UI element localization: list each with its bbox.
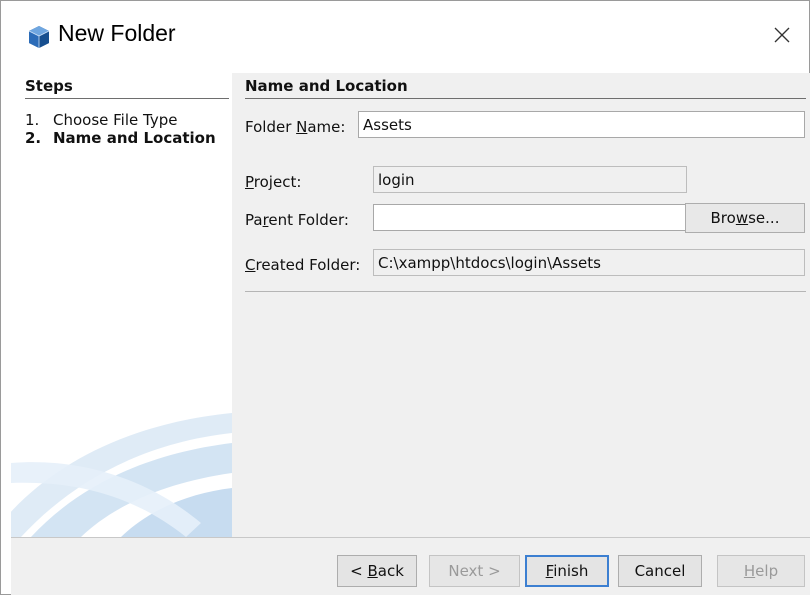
finish-button[interactable]: Finish	[525, 555, 609, 587]
steps-divider	[25, 98, 229, 99]
project-field	[373, 166, 687, 193]
step-number: 1.	[25, 111, 40, 129]
title-bar: New Folder	[1, 1, 809, 73]
step-label: Choose File Type	[53, 111, 178, 129]
step-choose-file-type: 1. Choose File Type	[25, 111, 225, 129]
parent-folder-input[interactable]	[373, 204, 687, 231]
next-button[interactable]: Next >	[429, 555, 520, 587]
window-title: New Folder	[58, 20, 176, 46]
content-panel: Name and Location Folder Name: Project: …	[232, 73, 810, 537]
section-divider	[245, 98, 806, 99]
content-bottom-divider	[245, 291, 806, 292]
step-label: Name and Location	[53, 129, 216, 147]
section-heading: Name and Location	[245, 77, 408, 95]
help-button[interactable]: Help	[717, 555, 805, 587]
created-folder-label: Created Folder:	[245, 256, 361, 274]
folder-name-label: Folder Name:	[245, 118, 346, 136]
created-folder-field	[373, 249, 805, 276]
step-number: 2.	[25, 129, 42, 147]
netbeans-swoosh-watermark	[11, 413, 232, 537]
close-icon[interactable]	[766, 19, 798, 51]
back-button[interactable]: < Back	[337, 555, 417, 587]
netbeans-cube-icon	[28, 26, 50, 48]
new-folder-dialog: New Folder Steps 1. Choose File Type 2. …	[0, 0, 810, 595]
button-bar: < Back Next > Finish Cancel Help	[11, 538, 810, 595]
steps-list: 1. Choose File Type 2. Name and Location	[25, 111, 225, 147]
steps-panel: Steps 1. Choose File Type 2. Name and Lo…	[11, 73, 232, 537]
cancel-button[interactable]: Cancel	[618, 555, 702, 587]
step-name-and-location: 2. Name and Location	[25, 129, 225, 147]
steps-heading: Steps	[25, 77, 73, 95]
browse-button[interactable]: Browse...	[685, 203, 805, 233]
folder-name-input[interactable]	[358, 111, 805, 138]
parent-folder-label: Parent Folder:	[245, 211, 349, 229]
project-label: Project:	[245, 173, 302, 191]
